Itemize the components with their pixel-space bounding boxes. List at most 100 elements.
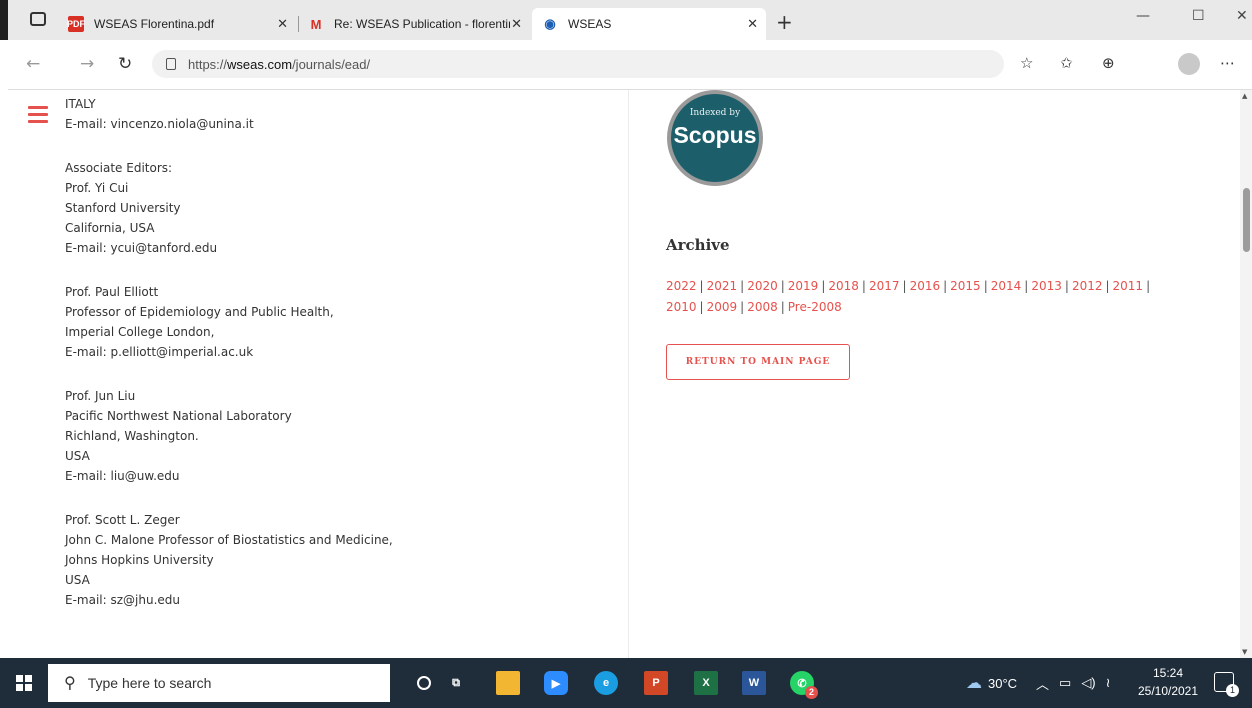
archive-year-link[interactable]: 2021 — [707, 279, 738, 293]
archive-year-link[interactable]: 2018 — [828, 279, 859, 293]
archive-separator: | — [780, 300, 785, 314]
maximize-button[interactable]: ☐ — [1192, 8, 1205, 24]
return-to-main-page-button[interactable]: RETURN TO MAIN PAGE — [666, 344, 850, 380]
editor-name: Prof. Paul Elliott — [65, 285, 159, 299]
minimize-button[interactable]: — — [1136, 8, 1150, 24]
notification-icon[interactable]: 1 — [1214, 672, 1239, 697]
email-line: E-mail: vincenzo.niola@unina.it — [65, 117, 254, 131]
weather-widget[interactable]: ☁ 30°C — [966, 658, 1017, 708]
archive-year-link[interactable]: 2022 — [666, 279, 697, 293]
url-input[interactable]: https://wseas.com/journals/ead/ — [152, 50, 1004, 78]
profile-avatar[interactable] — [1178, 53, 1200, 75]
battery-icon[interactable]: ▭ — [1059, 675, 1071, 691]
associate-editors-heading: Associate Editors: — [65, 161, 173, 175]
network-icon[interactable]: ≀ — [1106, 675, 1111, 691]
editor-country: USA — [65, 573, 90, 587]
editor-affiliation: Imperial College London, — [65, 325, 215, 339]
editor-affiliation: Pacific Northwest National Laboratory — [65, 409, 292, 423]
hamburger-menu-icon[interactable] — [28, 106, 48, 127]
close-icon[interactable]: ✕ — [277, 16, 288, 32]
cortana-icon[interactable] — [412, 671, 436, 695]
archive-year-link[interactable]: 2017 — [869, 279, 900, 293]
tab-actions-icon[interactable] — [30, 12, 46, 26]
back-arrow-icon[interactable]: ← — [26, 54, 40, 74]
archive-year-link[interactable]: 2010 — [666, 300, 697, 314]
clock-time: 15:24 — [1152, 666, 1184, 680]
scroll-down-icon[interactable]: ▼ — [1242, 648, 1247, 656]
archive-years-row-1: 2022 | 2021 | 2020 | 2019 | 2018 | 2017 | 2016 | 2015 |… — [666, 276, 1206, 297]
word-icon[interactable]: W — [742, 671, 766, 695]
archive-year-link[interactable]: 2008 — [747, 300, 778, 314]
archive-year-link[interactable]: 2016 — [910, 279, 941, 293]
forward-arrow-icon[interactable]: → — [80, 54, 94, 74]
zoom-icon[interactable]: ▶ — [544, 671, 568, 695]
taskbar-search-input[interactable]: ⚲ Type here to search — [48, 664, 390, 702]
task-view-icon[interactable]: ⧉ — [444, 671, 468, 695]
collections-icon[interactable]: ⊕ — [1102, 54, 1115, 72]
volume-icon[interactable]: ◁) — [1081, 675, 1095, 691]
new-tab-button[interactable]: + — [776, 10, 793, 34]
editor-title: John C. Malone Professor of Biostatistic… — [65, 533, 393, 547]
chevron-up-icon[interactable]: ︿ — [1036, 674, 1049, 693]
archive-separator: | — [699, 279, 704, 293]
search-placeholder: Type here to search — [87, 675, 212, 691]
archive-year-link[interactable]: 2011 — [1113, 279, 1144, 293]
editor-country: USA — [65, 449, 90, 463]
archive-year-link[interactable]: Pre-2008 — [788, 300, 842, 314]
window-close-button[interactable]: ✕ — [1236, 8, 1248, 24]
archive-separator: | — [699, 300, 704, 314]
tab-pdf-label: WSEAS Florentina.pdf — [94, 17, 215, 31]
editor-location: Richland, Washington. — [65, 429, 199, 443]
weather-temperature: 30°C — [988, 675, 1018, 691]
file-explorer-icon[interactable] — [496, 671, 520, 695]
favorites-list-icon[interactable]: ✩ — [1060, 54, 1073, 72]
archive-years-row-2: 2010 | 2009 | 2008 | Pre-2008 — [666, 297, 1206, 318]
editor-affiliation: Stanford University — [65, 201, 181, 215]
scrollbar-thumb[interactable] — [1243, 188, 1250, 252]
lock-icon — [166, 58, 176, 70]
editor-location: California, USA — [65, 221, 155, 235]
windows-start-icon[interactable] — [16, 675, 32, 691]
notification-count: 1 — [1226, 684, 1239, 697]
taskbar-clock[interactable]: 15:24 25/10/2021 — [1128, 664, 1208, 700]
search-icon: ⚲ — [64, 675, 76, 692]
editor-title: Professor of Epidemiology and Public Hea… — [65, 305, 334, 319]
powerpoint-icon[interactable]: P — [644, 671, 668, 695]
archive-year-link[interactable]: 2012 — [1072, 279, 1103, 293]
browser-tab-strip: PDF WSEAS Florentina.pdf ✕ M Re: WSEAS P… — [0, 0, 1252, 40]
archive-separator: | — [1146, 279, 1151, 293]
archive-separator: | — [740, 300, 745, 314]
archive-year-link[interactable]: 2020 — [747, 279, 778, 293]
tab-pdf[interactable]: PDF WSEAS Florentina.pdf ✕ — [67, 8, 296, 40]
wseas-logo-icon: ◉ — [544, 16, 556, 31]
archive-year-link[interactable]: 2013 — [1031, 279, 1062, 293]
pdf-icon: PDF — [67, 16, 85, 32]
editor-name: Prof. Scott L. Zeger — [65, 513, 180, 527]
archive-year-link[interactable]: 2019 — [788, 279, 819, 293]
tab-gmail[interactable]: M Re: WSEAS Publication - florentir ✕ — [308, 8, 530, 40]
tab-wseas[interactable]: ◉ WSEAS ✕ — [532, 8, 766, 40]
archive-separator: | — [821, 279, 826, 293]
vertical-scrollbar[interactable]: ▲ ▼ — [1240, 90, 1252, 658]
scroll-up-icon[interactable]: ▲ — [1242, 92, 1247, 100]
url-prefix: https:// — [188, 56, 228, 72]
close-icon[interactable]: ✕ — [747, 16, 758, 32]
favorite-star-icon[interactable]: ☆ — [1020, 54, 1033, 72]
edge-icon[interactable]: e — [594, 671, 618, 695]
tab-separator — [298, 16, 299, 32]
archive-year-link[interactable]: 2009 — [707, 300, 738, 314]
close-icon[interactable]: ✕ — [511, 16, 522, 32]
gmail-icon: M — [310, 16, 322, 32]
scopus-badge-caption: Indexed by — [689, 108, 741, 118]
archive-separator: | — [943, 279, 948, 293]
archive-year-link[interactable]: 2014 — [991, 279, 1022, 293]
url-path: /journals/ead/ — [292, 56, 371, 72]
more-menu-icon[interactable]: ⋯ — [1220, 54, 1235, 72]
archive-year-link[interactable]: 2015 — [950, 279, 981, 293]
windows-taskbar: ⚲ Type here to search ⧉ ▶ e P X W ✆ 2 ☁ … — [0, 658, 1252, 708]
whatsapp-icon[interactable]: ✆ 2 — [790, 671, 818, 699]
refresh-icon[interactable]: ↻ — [118, 54, 132, 74]
excel-icon[interactable]: X — [694, 671, 718, 695]
url-domain: wseas.com — [227, 56, 293, 72]
web-page: ITALY E-mail: vincenzo.niola@unina.it As… — [8, 90, 1240, 658]
